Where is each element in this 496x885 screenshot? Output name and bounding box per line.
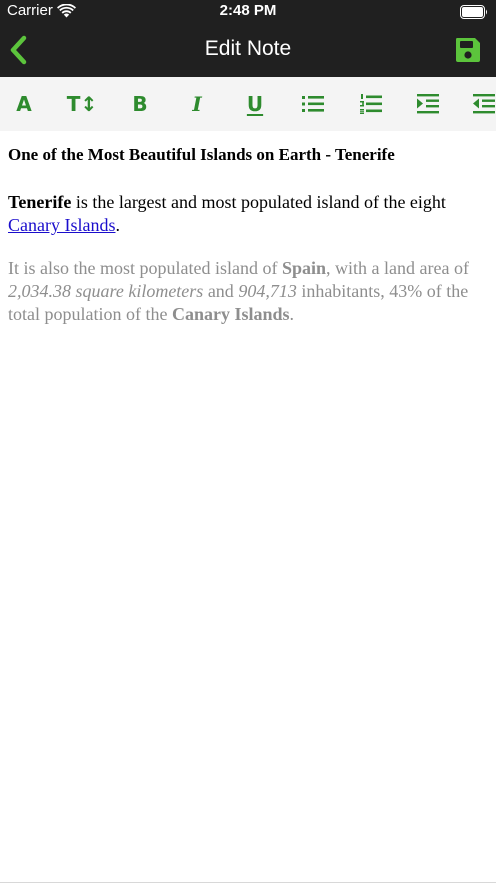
paragraph-text: . (115, 215, 120, 235)
bold-text: Canary Islands (171, 304, 290, 324)
page-title: Edit Note (204, 37, 292, 60)
note-paragraph-2[interactable]: It is also the most populated island of … (8, 257, 488, 326)
status-bar: Carrier 2:48 PM (0, 0, 496, 24)
outdent-icon (473, 94, 495, 114)
numbered-list-button[interactable] (351, 77, 391, 131)
battery-icon (460, 5, 487, 19)
bullet-list-button[interactable] (293, 77, 333, 131)
underline-icon: U (246, 92, 264, 116)
navigation-bar: Edit Note (0, 24, 496, 77)
formatting-toolbar: A T↕ B I U (0, 77, 496, 131)
bold-text: Tenerife (8, 192, 72, 212)
text-color-button[interactable]: A (4, 77, 44, 131)
text-size-icon: T↕ (66, 92, 98, 116)
indent-button[interactable] (408, 77, 448, 131)
note-title[interactable]: One of the Most Beautiful Islands on Ear… (8, 145, 395, 165)
italic-text: 2,034.38 square kilometers (8, 281, 204, 301)
italic-icon: I (192, 92, 202, 116)
paragraph-text: and (203, 281, 239, 301)
bold-text: Spain (281, 258, 327, 278)
italic-text: 904,713 (238, 281, 297, 301)
indent-icon (417, 94, 439, 114)
italic-button[interactable]: I (177, 77, 217, 131)
outdent-button[interactable] (464, 77, 496, 131)
paragraph-text: , with a land area of (326, 258, 469, 278)
text-color-icon: A (16, 92, 32, 116)
text-size-button[interactable]: T↕ (62, 77, 102, 131)
bullet-list-icon (302, 96, 324, 112)
paragraph-text: is the largest and most populated island… (71, 192, 446, 212)
bold-button[interactable]: B (120, 77, 160, 131)
underline-button[interactable]: U (235, 77, 275, 131)
status-time: 2:48 PM (219, 2, 277, 19)
numbered-list-icon (360, 94, 382, 114)
bottom-divider (0, 882, 496, 883)
floppy-disk-icon (456, 38, 480, 62)
bold-icon: B (132, 92, 148, 116)
save-button[interactable] (452, 35, 484, 65)
paragraph-text: It is also the most populated island of (8, 258, 282, 278)
paragraph-text: . (289, 304, 295, 324)
canary-islands-link[interactable]: Canary Islands (8, 215, 115, 235)
top-bar: Carrier 2:48 PM Edit Note (0, 0, 496, 77)
note-paragraph-1[interactable]: Tenerife is the largest and most populat… (8, 191, 488, 237)
